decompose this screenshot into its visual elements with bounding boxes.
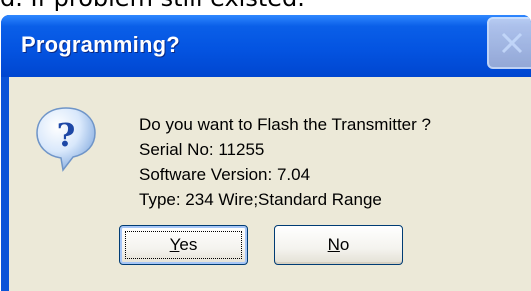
title-bar[interactable]: Programming?: [1, 15, 531, 77]
svg-text:?: ?: [57, 116, 76, 154]
message-line-question: Do you want to Flash the Transmitter ?: [139, 115, 431, 134]
dialog-body: ? Do you want to Flash the Transmitter ?…: [9, 77, 531, 291]
background-document-text: d. If problem still existed.: [0, 0, 531, 16]
focus-rectangle: [125, 231, 242, 259]
close-button[interactable]: [487, 17, 531, 69]
message-line-software-version: Software Version: 7.04: [139, 165, 311, 184]
message-line-serial: Serial No: 11255: [139, 140, 265, 159]
no-button[interactable]: No: [274, 225, 403, 265]
programming-dialog: Programming? ? Do you want to Flash the …: [1, 15, 531, 291]
yes-button[interactable]: Yes: [119, 225, 248, 265]
close-icon: [501, 32, 523, 54]
no-mnemonic: N: [327, 235, 340, 254]
dialog-message: Do you want to Flash the Transmitter ? S…: [139, 112, 431, 212]
question-icon: ?: [36, 107, 96, 172]
no-label: o: [339, 235, 350, 254]
message-line-type: Type: 234 Wire;Standard Range: [139, 190, 382, 209]
dialog-title: Programming?: [21, 32, 180, 57]
